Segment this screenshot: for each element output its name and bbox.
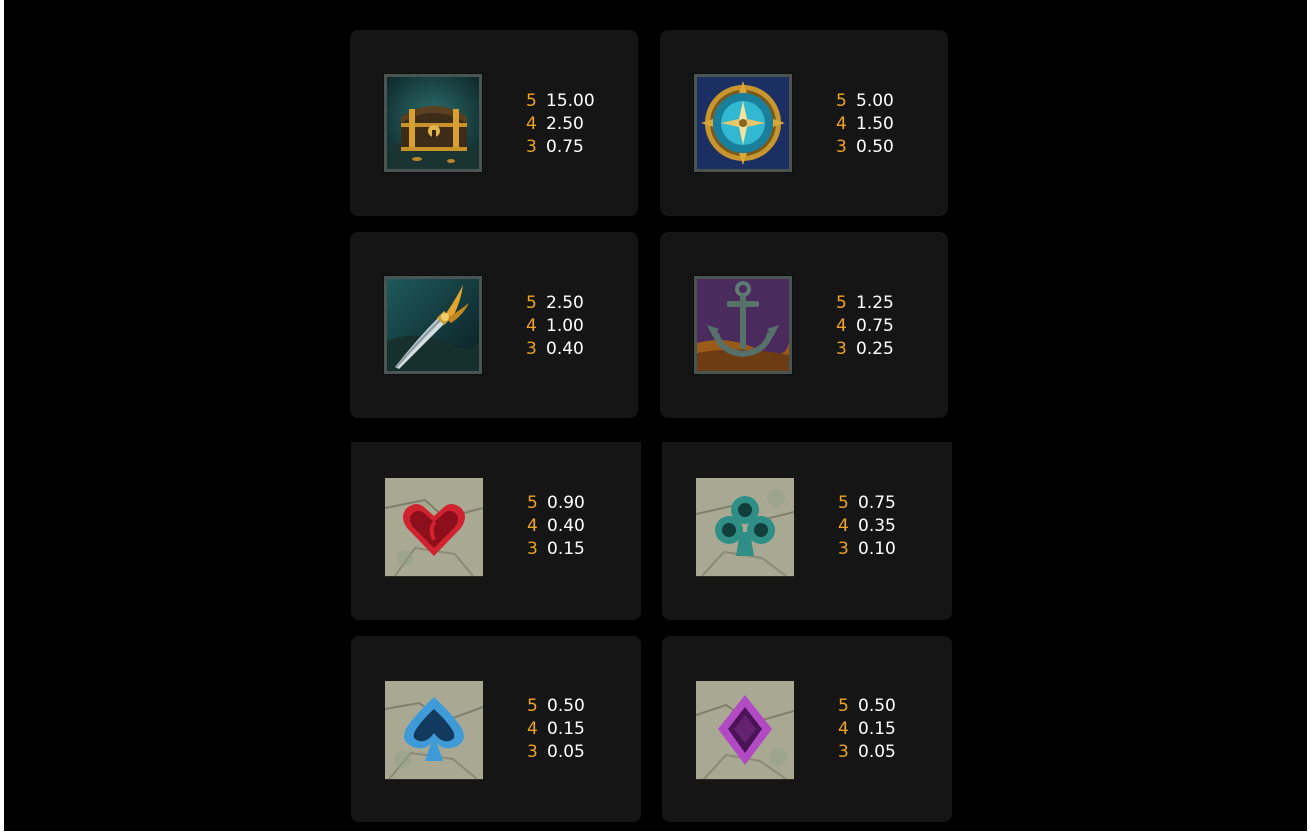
pay-value: 0.90: [547, 493, 585, 513]
pay-value: 0.15: [858, 719, 896, 739]
pay-value: 0.75: [858, 493, 896, 513]
match-count: 5: [527, 493, 538, 513]
anchor-icon: [694, 276, 792, 374]
diamond-icon: [696, 681, 794, 779]
pay-row: 3 0.25: [836, 338, 894, 361]
pay-value: 2.50: [546, 114, 584, 134]
pay-value: 0.15: [547, 539, 585, 559]
pay-row: 4 0.15: [527, 718, 585, 741]
pay-row: 4 0.35: [838, 515, 896, 538]
pays-list: 5 0.50 4 0.15 3 0.05: [838, 695, 896, 764]
pay-row: 4 1.50: [836, 113, 894, 136]
match-count: 3: [838, 539, 849, 559]
pay-value: 0.10: [858, 539, 896, 559]
match-count: 4: [836, 114, 847, 134]
pay-value: 0.15: [547, 719, 585, 739]
match-count: 3: [838, 742, 849, 762]
match-count: 3: [836, 137, 847, 157]
pay-row: 3 0.05: [838, 741, 896, 764]
pay-value: 1.25: [856, 293, 894, 313]
symbol-card-compass: 5 5.00 4 1.50 3 0.50: [660, 30, 948, 216]
pay-value: 1.00: [546, 316, 584, 336]
pay-row: 5 0.90: [527, 492, 585, 515]
club-icon: [696, 478, 794, 576]
match-count: 4: [838, 719, 849, 739]
symbol-card-heart: 5 0.90 4 0.40 3 0.15: [351, 442, 641, 620]
pays-list: 5 1.25 4 0.75 3 0.25: [836, 292, 894, 361]
paytable-screen: 5 15.00 4 2.50 3 0.75 5 5.00 4 1.50 3 0.…: [4, 0, 1307, 831]
symbol-card-anchor: 5 1.25 4 0.75 3 0.25: [660, 232, 948, 418]
symbol-card-cutlass: 5 2.50 4 1.00 3 0.40: [350, 232, 638, 418]
pay-row: 5 2.50: [526, 292, 584, 315]
match-count: 5: [836, 293, 847, 313]
pay-value: 0.05: [858, 742, 896, 762]
pays-list: 5 0.90 4 0.40 3 0.15: [527, 492, 585, 561]
match-count: 4: [527, 719, 538, 739]
match-count: 3: [527, 539, 538, 559]
pay-value: 1.50: [856, 114, 894, 134]
pay-row: 4 0.15: [838, 718, 896, 741]
match-count: 3: [526, 137, 537, 157]
pay-row: 5 5.00: [836, 90, 894, 113]
pay-value: 0.25: [856, 339, 894, 359]
pay-value: 0.35: [858, 516, 896, 536]
symbol-card-diamond: 5 0.50 4 0.15 3 0.05: [662, 636, 952, 822]
cutlass-icon: [384, 276, 482, 374]
pay-row: 3 0.10: [838, 538, 896, 561]
compass-icon: [694, 74, 792, 172]
symbol-card-spade: 5 0.50 4 0.15 3 0.05: [351, 636, 641, 822]
match-count: 4: [527, 516, 538, 536]
pay-value: 0.75: [856, 316, 894, 336]
spade-icon: [385, 681, 483, 779]
treasure-chest-icon: [384, 74, 482, 172]
pay-row: 3 0.15: [527, 538, 585, 561]
pay-row: 4 0.75: [836, 315, 894, 338]
pay-value: 0.75: [546, 137, 584, 157]
match-count: 4: [526, 114, 537, 134]
match-count: 5: [838, 696, 849, 716]
match-count: 3: [527, 742, 538, 762]
match-count: 3: [526, 339, 537, 359]
match-count: 4: [838, 516, 849, 536]
pay-value: 0.50: [858, 696, 896, 716]
pay-row: 3 0.40: [526, 338, 584, 361]
pay-row: 3 0.50: [836, 136, 894, 159]
pay-value: 5.00: [856, 91, 894, 111]
pay-value: 0.50: [856, 137, 894, 157]
symbol-card-treasure-chest: 5 15.00 4 2.50 3 0.75: [350, 30, 638, 216]
match-count: 5: [838, 493, 849, 513]
pay-row: 5 0.50: [838, 695, 896, 718]
match-count: 5: [836, 91, 847, 111]
match-count: 4: [836, 316, 847, 336]
match-count: 4: [526, 316, 537, 336]
pay-value: 0.40: [547, 516, 585, 536]
pay-row: 5 0.50: [527, 695, 585, 718]
match-count: 5: [527, 696, 538, 716]
match-count: 5: [526, 91, 537, 111]
pay-value: 0.40: [546, 339, 584, 359]
pays-list: 5 2.50 4 1.00 3 0.40: [526, 292, 584, 361]
pay-row: 3 0.75: [526, 136, 595, 159]
pay-row: 3 0.05: [527, 741, 585, 764]
pays-list: 5 0.75 4 0.35 3 0.10: [838, 492, 896, 561]
pay-value: 0.50: [547, 696, 585, 716]
pays-list: 5 5.00 4 1.50 3 0.50: [836, 90, 894, 159]
heart-icon: [385, 478, 483, 576]
pay-value: 2.50: [546, 293, 584, 313]
pay-row: 5 0.75: [838, 492, 896, 515]
pay-row: 4 1.00: [526, 315, 584, 338]
match-count: 3: [836, 339, 847, 359]
pays-list: 5 0.50 4 0.15 3 0.05: [527, 695, 585, 764]
pay-row: 5 1.25: [836, 292, 894, 315]
pay-value: 15.00: [546, 91, 595, 111]
pay-row: 5 15.00: [526, 90, 595, 113]
symbol-card-club: 5 0.75 4 0.35 3 0.10: [662, 442, 952, 620]
pay-value: 0.05: [547, 742, 585, 762]
pay-row: 4 0.40: [527, 515, 585, 538]
pays-list: 5 15.00 4 2.50 3 0.75: [526, 90, 595, 159]
pay-row: 4 2.50: [526, 113, 595, 136]
match-count: 5: [526, 293, 537, 313]
